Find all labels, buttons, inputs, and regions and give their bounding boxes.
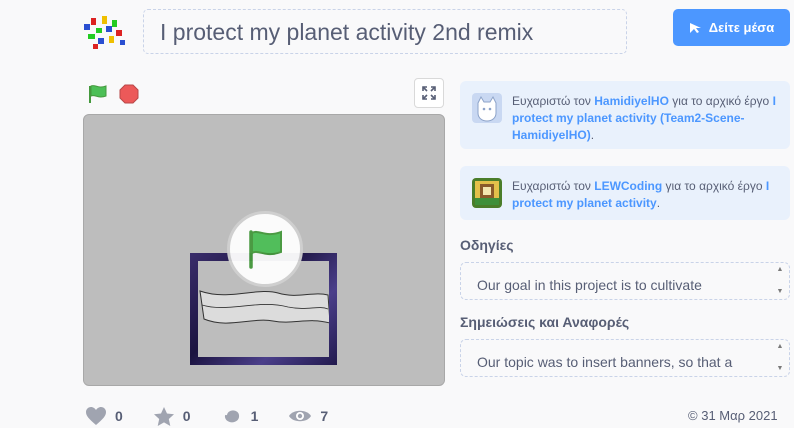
share-date-text: 31 Μαρ 2021	[701, 408, 778, 423]
see-inside-label: Δείτε μέσα	[708, 20, 775, 35]
favorite-stat[interactable]: 0	[153, 406, 191, 427]
credit-1-middle: για το αρχικό έργο	[668, 94, 773, 108]
credit-1-author-link[interactable]: HamidiyelHO	[594, 94, 669, 108]
green-flag-icon[interactable]	[87, 83, 109, 105]
credit-2-prefix: Ευχαριστώ τον	[512, 179, 595, 193]
favorite-count: 0	[182, 408, 191, 424]
project-title-field[interactable]: I protect my planet activity 2nd remix	[143, 9, 627, 54]
credit-1-suffix: .	[590, 128, 595, 142]
instructions-field[interactable]: Our goal in this project is to cultivate…	[460, 262, 790, 300]
heart-icon	[86, 407, 106, 425]
project-title: I protect my planet activity 2nd remix	[160, 19, 534, 45]
instructions-heading: Οδηγίες	[460, 237, 514, 253]
project-thumbnail[interactable]	[82, 10, 130, 54]
eye-icon	[289, 410, 312, 422]
credit-2-suffix: .	[656, 196, 661, 210]
see-inside-button[interactable]: Δείτε μέσα	[673, 9, 790, 46]
stop-sign-icon[interactable]	[118, 83, 140, 105]
credit-2-middle: για το αρχικό έργο	[662, 179, 766, 193]
share-date: © 31 Μαρ 2021	[688, 408, 778, 423]
fullscreen-button[interactable]	[414, 78, 444, 108]
scroll-up-arrow-icon[interactable]: ▲	[775, 265, 785, 275]
copyright-icon: ©	[688, 408, 698, 423]
remix-count: 1	[250, 408, 259, 424]
project-stats: 0 0 1 7	[85, 405, 358, 427]
notes-text: Our topic was to insert banners, so that…	[477, 354, 733, 370]
love-stat[interactable]: 0	[85, 406, 123, 426]
play-overlay-button[interactable]	[227, 211, 303, 287]
author-avatar-1[interactable]	[472, 93, 502, 123]
project-stage[interactable]	[83, 114, 445, 386]
star-icon	[153, 406, 174, 426]
author-avatar-2[interactable]	[472, 178, 502, 208]
scroll-down-arrow-icon[interactable]: ▼	[775, 364, 785, 374]
notes-heading: Σημειώσεις και Αναφορές	[460, 314, 630, 330]
remix-credit-1: Ευχαριστώ τον HamidiyelHO για το αρχικό …	[460, 81, 790, 149]
remix-stat[interactable]: 1	[221, 405, 259, 427]
scroll-down-arrow-icon[interactable]: ▼	[775, 287, 785, 297]
scroll-up-arrow-icon[interactable]: ▲	[775, 342, 785, 352]
remix-credit-2: Ευχαριστώ τον LEWCoding για το αρχικό έρ…	[460, 166, 790, 220]
green-flag-large-icon	[249, 230, 282, 269]
instructions-text: Our goal in this project is to cultivate	[477, 277, 702, 293]
love-count: 0	[115, 408, 123, 424]
credit-1-prefix: Ευχαριστώ τον	[512, 94, 595, 108]
remix-spiral-icon	[224, 410, 239, 423]
view-count: 7	[320, 408, 329, 424]
notes-field[interactable]: Our topic was to insert banners, so that…	[460, 339, 790, 377]
view-stat: 7	[288, 408, 328, 424]
fullscreen-icon	[422, 86, 436, 100]
see-inside-icon	[689, 22, 701, 33]
project-header: I protect my planet activity 2nd remix Δ…	[0, 0, 794, 66]
credit-2-author-link[interactable]: LEWCoding	[594, 179, 662, 193]
